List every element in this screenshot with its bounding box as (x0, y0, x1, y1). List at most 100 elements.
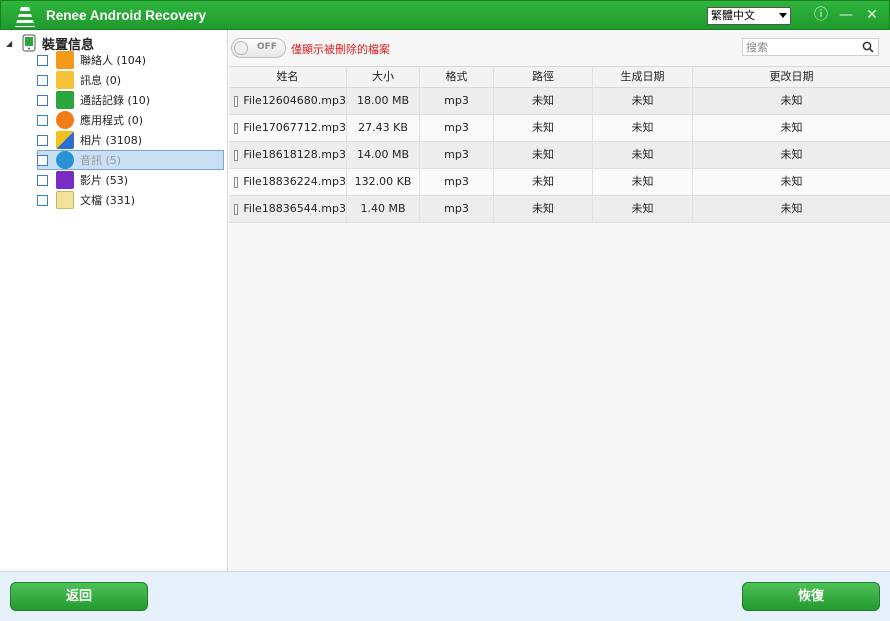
cell-path: 未知 (494, 196, 593, 222)
file-name: File17067712.mp3 (243, 121, 346, 134)
checkbox[interactable] (37, 174, 48, 186)
message-icon (56, 71, 74, 89)
cell-created: 未知 (593, 88, 693, 114)
deleted-only-toggle[interactable]: OFF (231, 38, 286, 58)
title-bar: Renee Android Recovery 繁體中文 ⓘ — ✕ (0, 0, 890, 30)
checkbox[interactable] (37, 134, 48, 146)
cell-created: 未知 (593, 196, 693, 222)
contacts-icon (56, 51, 74, 69)
app-logo-icon (15, 7, 35, 27)
sidebar-item-messages[interactable]: 訊息 (0) (37, 70, 224, 90)
cell-size: 14.00 MB (347, 142, 420, 168)
file-name: File18836544.mp3 (243, 202, 346, 215)
file-name: File18836224.mp3 (243, 175, 346, 188)
footer-bar: 返回 恢復 (0, 571, 890, 621)
cell-name: File12604680.mp3 (229, 88, 347, 114)
sidebar-item-label: 影片 (53) (80, 174, 129, 187)
sidebar-item-contacts[interactable]: 聯絡人 (104) (37, 50, 224, 70)
sidebar-item-videos[interactable]: 影片 (53) (37, 170, 224, 190)
search-box[interactable] (742, 38, 879, 56)
search-input[interactable] (743, 39, 853, 55)
photo-icon (56, 131, 74, 149)
cell-modified: 未知 (780, 175, 803, 188)
sidebar-item-apps[interactable]: 應用程式 (0) (37, 110, 224, 130)
sidebar-item-label: 應用程式 (0) (80, 114, 144, 127)
sidebar-item-label: 文檔 (331) (80, 194, 136, 207)
file-table: 姓名 大小 格式 路徑 生成日期 更改日期 File12604680.mp3 1… (229, 66, 890, 223)
sidebar-item-audio[interactable]: 音訊 (5) (37, 150, 224, 170)
row-checkbox[interactable] (234, 149, 239, 161)
deleted-only-label: 僅顯示被刪除的檔案 (291, 43, 390, 56)
column-header-path[interactable]: 路徑 (494, 67, 593, 87)
info-icon[interactable]: ⓘ (812, 6, 830, 24)
column-header-format[interactable]: 格式 (420, 67, 494, 87)
checkbox[interactable] (37, 154, 48, 166)
column-header-size[interactable]: 大小 (347, 67, 420, 87)
cell-format: mp3 (420, 196, 494, 222)
cell-path: 未知 (494, 169, 593, 195)
device-icon (22, 34, 36, 52)
file-name: File12604680.mp3 (243, 94, 346, 107)
cell-format: mp3 (420, 115, 494, 141)
column-header-created[interactable]: 生成日期 (593, 67, 693, 87)
row-checkbox[interactable] (234, 203, 239, 215)
table-row[interactable]: File12604680.mp3 18.00 MB mp3 未知 未知 未知 (229, 88, 890, 115)
checkbox[interactable] (37, 94, 48, 106)
sidebar-item-label: 相片 (3108) (80, 134, 143, 147)
cell-path: 未知 (494, 88, 593, 114)
table-row[interactable]: File18836544.mp3 1.40 MB mp3 未知 未知 未知 (229, 196, 890, 223)
file-name: File18618128.mp3 (243, 148, 346, 161)
sidebar-item-photos[interactable]: 相片 (3108) (37, 130, 224, 150)
row-checkbox[interactable] (234, 95, 239, 107)
cell-created: 未知 (593, 115, 693, 141)
search-icon[interactable] (862, 41, 874, 53)
cell-created: 未知 (593, 142, 693, 168)
table-row[interactable]: File17067712.mp3 27.43 KB mp3 未知 未知 未知 (229, 115, 890, 142)
checkbox[interactable] (37, 114, 48, 126)
close-icon[interactable]: ✕ (863, 6, 881, 24)
checkbox[interactable] (37, 74, 48, 86)
toggle-label: OFF (257, 42, 277, 52)
sidebar-item-label: 通話記錄 (10) (80, 94, 151, 107)
cell-modified: 未知 (780, 148, 803, 161)
cell-path: 未知 (494, 115, 593, 141)
toggle-knob (234, 41, 248, 55)
cell-size: 18.00 MB (347, 88, 420, 114)
table-row[interactable]: File18618128.mp3 14.00 MB mp3 未知 未知 未知 (229, 142, 890, 169)
recover-button[interactable]: 恢復 (742, 582, 880, 611)
cell-format: mp3 (420, 88, 494, 114)
cell-format: mp3 (420, 169, 494, 195)
cell-path: 未知 (494, 142, 593, 168)
sidebar-item-call-log[interactable]: 通話記錄 (10) (37, 90, 224, 110)
sidebar-item-label: 聯絡人 (104) (80, 54, 147, 67)
checkbox[interactable] (37, 194, 48, 206)
collapse-triangle-icon[interactable]: ◢ (6, 39, 16, 48)
cell-modified: 未知 (780, 94, 803, 107)
back-button[interactable]: 返回 (10, 582, 148, 611)
sidebar-item-label: 訊息 (0) (80, 74, 122, 87)
table-body: File12604680.mp3 18.00 MB mp3 未知 未知 未知 F… (229, 88, 890, 223)
column-header-name[interactable]: 姓名 (229, 67, 347, 87)
row-checkbox[interactable] (234, 176, 239, 188)
document-icon (56, 191, 74, 209)
table-row[interactable]: File18836224.mp3 132.00 KB mp3 未知 未知 未知 (229, 169, 890, 196)
cell-size: 132.00 KB (347, 169, 420, 195)
audio-icon (56, 151, 74, 169)
cell-created: 未知 (593, 169, 693, 195)
language-select[interactable]: 繁體中文 (707, 7, 791, 25)
sidebar-item-documents[interactable]: 文檔 (331) (37, 190, 224, 210)
video-icon (56, 171, 74, 189)
minimize-icon[interactable]: — (837, 6, 855, 24)
row-checkbox[interactable] (234, 122, 239, 134)
table-header: 姓名 大小 格式 路徑 生成日期 更改日期 (229, 66, 890, 88)
cell-name: File18618128.mp3 (229, 142, 347, 168)
language-value: 繁體中文 (711, 9, 755, 22)
column-header-modified[interactable]: 更改日期 (693, 67, 890, 87)
checkbox[interactable] (37, 54, 48, 66)
cell-name: File18836224.mp3 (229, 169, 347, 195)
cell-name: File18836544.mp3 (229, 196, 347, 222)
app-icon (56, 111, 74, 129)
cell-name: File17067712.mp3 (229, 115, 347, 141)
app-title: Renee Android Recovery (46, 8, 207, 23)
cell-modified: 未知 (780, 121, 803, 134)
